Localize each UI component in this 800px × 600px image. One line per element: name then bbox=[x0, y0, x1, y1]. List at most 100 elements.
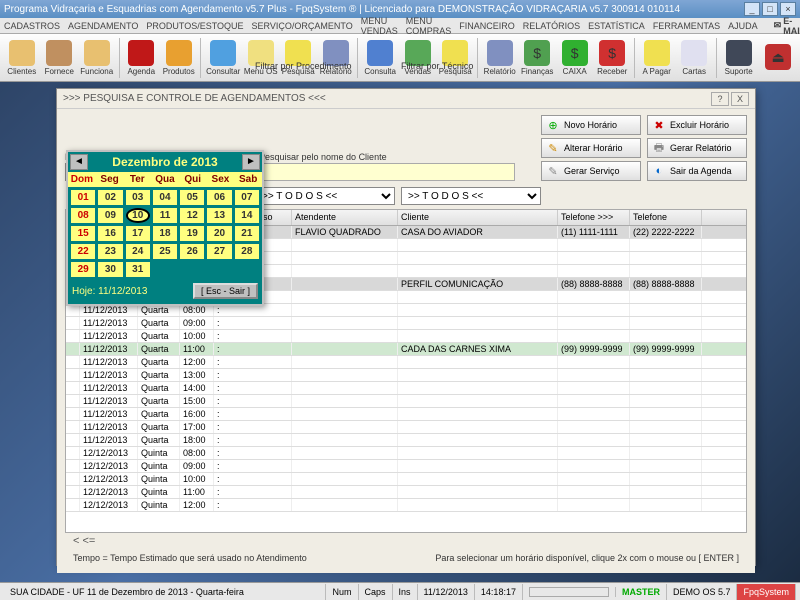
maximize-button[interactable]: □ bbox=[762, 2, 778, 16]
help-button[interactable]: ? bbox=[711, 92, 729, 106]
column-header[interactable]: Telefone >>> bbox=[558, 210, 630, 225]
alterar-horario-button[interactable]: ✎Alterar Horário bbox=[541, 138, 641, 158]
toolbar-pesquisa[interactable]: Pesquisa bbox=[280, 36, 316, 80]
calendar-day[interactable]: 09 bbox=[98, 208, 122, 223]
calendar-day[interactable]: 19 bbox=[180, 226, 204, 241]
calendar-day[interactable]: 04 bbox=[153, 190, 177, 205]
toolbar-consultar[interactable]: Consultar bbox=[205, 36, 241, 80]
toolbar-vendas[interactable]: Vendas bbox=[400, 36, 436, 80]
calendar-close-button[interactable]: [ Esc - Sair ] bbox=[193, 283, 258, 299]
toolbar-finanças[interactable]: $Finanças bbox=[519, 36, 555, 80]
toolbar-pesquisa[interactable]: Pesquisa bbox=[437, 36, 473, 80]
minimize-button[interactable]: _ bbox=[744, 2, 760, 16]
table-row[interactable]: 12/12/2013Quinta08:00: bbox=[66, 447, 746, 460]
table-row[interactable]: 12/12/2013Quinta09:00: bbox=[66, 460, 746, 473]
close-button[interactable]: × bbox=[780, 2, 796, 16]
menu-item[interactable]: FINANCEIRO bbox=[459, 21, 515, 31]
calendar-day[interactable]: 06 bbox=[207, 190, 231, 205]
table-row[interactable]: 11/12/2013Quarta18:00: bbox=[66, 434, 746, 447]
toolbar-consulta[interactable]: Consulta bbox=[362, 36, 398, 80]
table-row[interactable]: 11/12/2013Quarta16:00: bbox=[66, 408, 746, 421]
column-header[interactable]: Cliente bbox=[398, 210, 558, 225]
sair-agenda-button[interactable]: ◐Sair da Agenda bbox=[647, 161, 747, 181]
toolbar-produtos[interactable]: Produtos bbox=[161, 36, 197, 80]
toolbar-relatório[interactable]: Relatório bbox=[318, 36, 354, 80]
calendar-day[interactable]: 29 bbox=[71, 262, 95, 277]
column-header[interactable]: Telefone bbox=[630, 210, 702, 225]
calendar-day[interactable]: 02 bbox=[98, 190, 122, 205]
table-row[interactable]: 11/12/2013Quarta11:00:CADA DAS CARNES XI… bbox=[66, 343, 746, 356]
table-row[interactable]: 12/12/2013Quinta11:00: bbox=[66, 486, 746, 499]
toolbar-receber[interactable]: $Receber bbox=[594, 36, 630, 80]
calendar-day[interactable]: 15 bbox=[71, 226, 95, 241]
menu-item[interactable]: ESTATÍSTICA bbox=[588, 21, 645, 31]
calendar-day[interactable]: 18 bbox=[153, 226, 177, 241]
calendar-day[interactable]: 25 bbox=[153, 244, 177, 259]
menu-item[interactable]: MENU COMPRAS bbox=[406, 16, 452, 36]
next-month-button[interactable]: ► bbox=[242, 154, 260, 170]
calendar-day[interactable]: 31 bbox=[126, 262, 150, 277]
toolbar-relatório[interactable]: Relatório bbox=[482, 36, 518, 80]
table-row[interactable]: 11/12/2013Quarta14:00: bbox=[66, 382, 746, 395]
toolbar-cartas[interactable]: Cartas bbox=[676, 36, 712, 80]
menu-item[interactable]: AJUDA bbox=[728, 21, 758, 31]
calendar-day[interactable]: 07 bbox=[235, 190, 259, 205]
calendar-day[interactable]: 27 bbox=[207, 244, 231, 259]
toolbar-menu os[interactable]: Menu OS bbox=[243, 36, 279, 80]
calendar-day[interactable]: 01 bbox=[71, 190, 95, 205]
calendar-day[interactable]: 17 bbox=[126, 226, 150, 241]
menu-item[interactable]: MENU VENDAS bbox=[361, 16, 398, 36]
menu-item[interactable]: SERVIÇO/ORÇAMENTO bbox=[252, 21, 353, 31]
menu-item[interactable]: RELATÓRIOS bbox=[523, 21, 580, 31]
calendar-day[interactable]: 05 bbox=[180, 190, 204, 205]
gerar-relatorio-button[interactable]: 🖶Gerar Relatório bbox=[647, 138, 747, 158]
calendar-day[interactable]: 16 bbox=[98, 226, 122, 241]
gerar-servico-button[interactable]: ✎Gerar Serviço bbox=[541, 161, 641, 181]
prev-month-button[interactable]: ◄ bbox=[70, 154, 88, 170]
table-row[interactable]: 12/12/2013Quinta12:00: bbox=[66, 499, 746, 512]
calendar-day[interactable]: 22 bbox=[71, 244, 95, 259]
filtrar-tec-select[interactable]: >> T O D O S << bbox=[401, 187, 541, 205]
calendar-day[interactable]: 14 bbox=[235, 208, 259, 223]
table-row[interactable]: 11/12/2013Quarta17:00: bbox=[66, 421, 746, 434]
table-row[interactable]: 11/12/2013Quarta13:00: bbox=[66, 369, 746, 382]
calendar-day[interactable]: 03 bbox=[126, 190, 150, 205]
menu-item[interactable]: FERRAMENTAS bbox=[653, 21, 720, 31]
calendar-day[interactable]: 23 bbox=[98, 244, 122, 259]
menu-item[interactable]: PRODUTOS/ESTOQUE bbox=[146, 21, 243, 31]
table-row[interactable]: 11/12/2013Quarta12:00: bbox=[66, 356, 746, 369]
table-row[interactable]: 11/12/2013Quarta09:00: bbox=[66, 317, 746, 330]
grid-nav[interactable]: < <= bbox=[65, 533, 747, 549]
calendar-day[interactable]: 28 bbox=[235, 244, 259, 259]
table-row[interactable]: 12/12/2013Quinta10:00: bbox=[66, 473, 746, 486]
filtrar-proc-select[interactable]: >> T O D O S << bbox=[255, 187, 395, 205]
toolbar-funciona[interactable]: Funciona bbox=[79, 36, 115, 80]
table-row[interactable]: 11/12/2013Quarta15:00: bbox=[66, 395, 746, 408]
novo-horario-button[interactable]: ⊕Novo Horário bbox=[541, 115, 641, 135]
column-header[interactable]: Atendente bbox=[292, 210, 398, 225]
toolbar-clientes[interactable]: Clientes bbox=[4, 36, 40, 80]
calendar-day[interactable]: 13 bbox=[207, 208, 231, 223]
toolbar-a pagar[interactable]: A Pagar bbox=[639, 36, 675, 80]
calendar-day[interactable]: 26 bbox=[180, 244, 204, 259]
menu-item[interactable]: CADASTROS bbox=[4, 21, 60, 31]
table-row[interactable]: 11/12/2013Quarta10:00: bbox=[66, 330, 746, 343]
calendar-day[interactable]: 20 bbox=[207, 226, 231, 241]
toolbar-suporte[interactable]: Suporte bbox=[721, 36, 757, 80]
toolbar-agenda[interactable]: Agenda bbox=[123, 36, 159, 80]
email-button[interactable]: ✉ E-MAIL bbox=[774, 16, 800, 36]
calendar-day[interactable]: 21 bbox=[235, 226, 259, 241]
menu-item[interactable]: AGENDAMENTO bbox=[68, 21, 138, 31]
exit-button[interactable]: ⏏ bbox=[760, 36, 796, 80]
window-close-button[interactable]: X bbox=[731, 92, 749, 106]
calendar-day[interactable]: 11 bbox=[153, 208, 177, 223]
search-input[interactable] bbox=[259, 163, 515, 181]
excluir-horario-button[interactable]: ✖Excluir Horário bbox=[647, 115, 747, 135]
calendar-day[interactable]: 12 bbox=[180, 208, 204, 223]
calendar-day[interactable]: 10 bbox=[126, 208, 150, 223]
calendar-day[interactable]: 24 bbox=[126, 244, 150, 259]
calendar-day[interactable]: 30 bbox=[98, 262, 122, 277]
toolbar-caixa[interactable]: $CAIXA bbox=[557, 36, 593, 80]
calendar-day[interactable]: 08 bbox=[71, 208, 95, 223]
toolbar-fornece[interactable]: Fornece bbox=[42, 36, 78, 80]
